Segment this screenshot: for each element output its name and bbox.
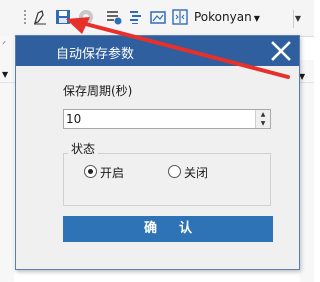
photo-icon[interactable] xyxy=(150,9,166,25)
status-group-label: 状态 xyxy=(68,140,99,157)
confirm-label-1: 确 xyxy=(143,221,157,236)
list-icon[interactable] xyxy=(128,9,144,25)
close-button[interactable] xyxy=(269,39,293,63)
dialog-title: 自动保存参数 xyxy=(56,47,135,62)
confirm-label-2: 认 xyxy=(179,221,193,236)
right-panel-edge xyxy=(300,60,314,282)
status-group xyxy=(63,153,271,206)
toolbar-overflow-icon[interactable]: ▼ xyxy=(293,10,302,28)
spin-buttons: ▲ ▼ xyxy=(255,110,270,128)
dialog-titlebar[interactable]: 自动保存参数 xyxy=(16,36,299,66)
left-dropdown-arrow-icon[interactable]: ▼ xyxy=(2,70,8,79)
layer-combo[interactable]: Pokonyan ▼ xyxy=(194,10,260,24)
confirm-button[interactable]: 确认 xyxy=(63,216,273,242)
gear-disabled-icon[interactable] xyxy=(78,9,94,25)
radio-off-circle xyxy=(168,165,181,178)
import-icon[interactable] xyxy=(106,9,122,25)
spin-down-icon[interactable]: ▼ xyxy=(256,119,270,128)
panel-corner-icon: ᐟ xyxy=(2,40,7,51)
radio-on-label: 开启 xyxy=(100,166,125,180)
period-spinbox[interactable]: ▲ ▼ xyxy=(63,109,271,129)
layer-combo-value: Pokonyan xyxy=(194,10,252,24)
split-icon[interactable] xyxy=(172,9,188,25)
radio-off-label: 关闭 xyxy=(184,166,209,180)
pen-icon[interactable] xyxy=(32,9,48,25)
save-icon[interactable] xyxy=(55,9,71,25)
period-label: 保存周期(秒) xyxy=(63,84,133,98)
close-icon xyxy=(271,41,291,61)
autosave-dialog: 自动保存参数 保存周期(秒) ▲ ▼ 状态 开启 关闭 确认 xyxy=(15,35,300,270)
period-input[interactable] xyxy=(66,111,246,127)
radio-on-circle xyxy=(84,165,97,178)
chevron-down-icon: ▼ xyxy=(253,14,260,23)
toolbar-grip[interactable] xyxy=(24,10,26,26)
app-toolbar: Pokonyan ▼ ▼ xyxy=(0,0,314,37)
radio-selected-dot xyxy=(88,169,93,174)
